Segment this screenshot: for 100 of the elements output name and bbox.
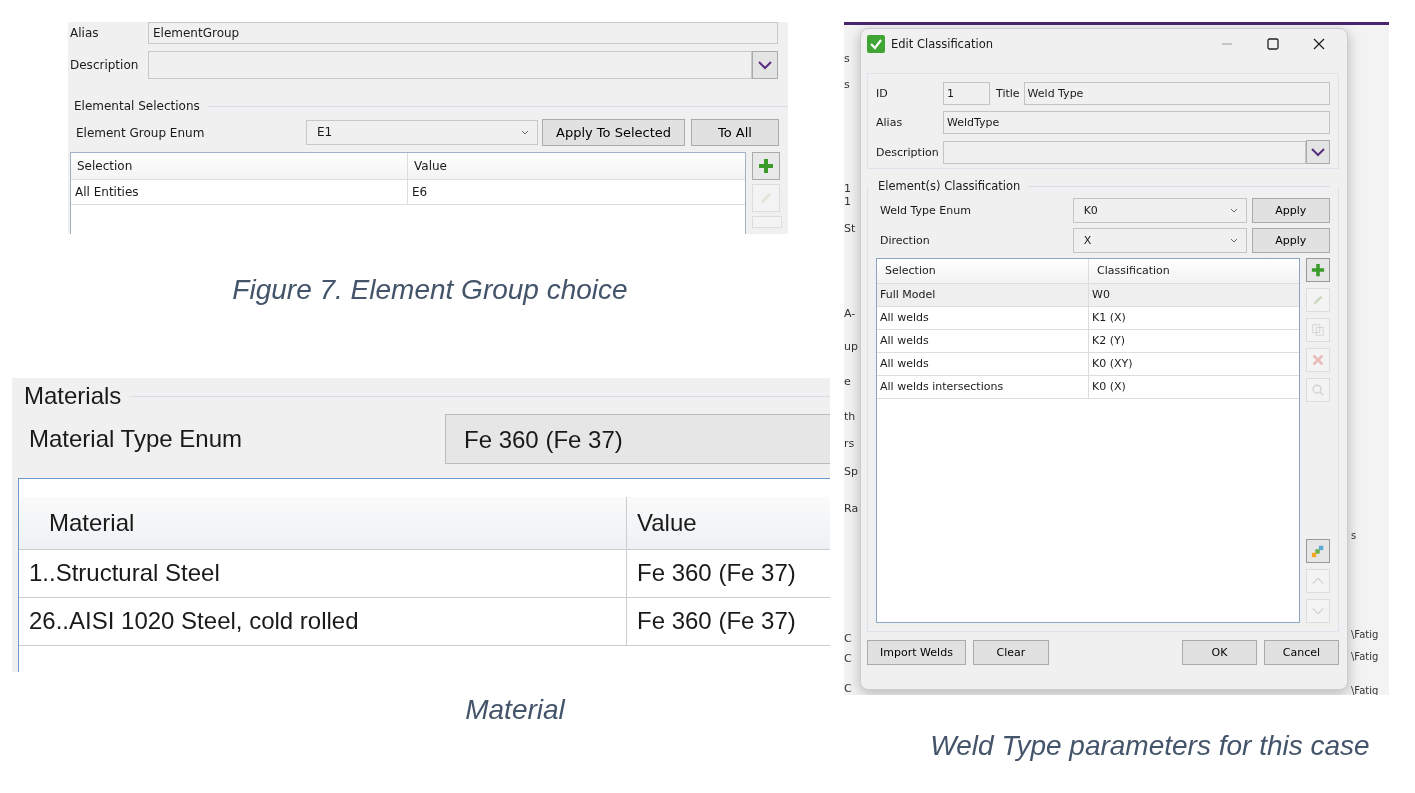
table-cell-text: Fe 360 (Fe 37)	[636, 606, 797, 636]
apply-button[interactable]: Apply	[1251, 198, 1330, 223]
title-field[interactable]: Weld Type	[1023, 82, 1330, 105]
background-text: 1	[844, 182, 851, 195]
column-header[interactable]: Material	[19, 497, 627, 549]
enum-dropdown[interactable]: K0	[1072, 198, 1247, 223]
alias-field[interactable]: WeldType	[943, 111, 1330, 134]
field-label: Alias	[876, 116, 904, 129]
table-cell: All welds	[877, 307, 1089, 329]
apply-button[interactable]: Apply	[1251, 228, 1330, 253]
background-text: St	[844, 222, 856, 235]
table-row[interactable]: All welds intersections K0 (X)	[877, 376, 1299, 399]
background-text: rs	[844, 437, 855, 450]
background-text: s	[844, 52, 850, 65]
field-label: Alias	[70, 26, 100, 40]
dropdown-button[interactable]	[1306, 140, 1330, 164]
background-text: \Fatig	[1351, 629, 1379, 640]
add-button[interactable]	[752, 152, 780, 180]
table-row[interactable]: Full Model W0	[877, 284, 1299, 307]
field-label: Direction	[880, 234, 931, 247]
background-text: \Fatig	[1351, 651, 1379, 662]
window-title: Edit Classification	[891, 37, 994, 51]
column-header[interactable]: Selection	[71, 153, 408, 179]
background-text: up	[844, 340, 858, 353]
table-cell-text: K0 (X)	[1091, 379, 1127, 395]
background-text: 1	[844, 195, 851, 208]
delete-icon	[1311, 353, 1325, 367]
dialog-button[interactable]: OK	[1182, 640, 1257, 665]
background-text: e	[844, 375, 851, 388]
maximize-icon[interactable]	[1267, 38, 1279, 50]
alias-field[interactable]: ElementGroup	[148, 22, 778, 44]
apply-button[interactable]: To All	[691, 119, 779, 146]
group-title: Materials	[24, 382, 122, 410]
background-text: C	[844, 652, 852, 665]
dialog-button[interactable]: Cancel	[1264, 640, 1339, 665]
table-cell: All welds intersections	[877, 376, 1089, 398]
field-label: Description	[876, 145, 940, 159]
group-title: Element(s) Classification	[878, 179, 1021, 193]
cubes-icon	[1311, 544, 1325, 558]
magnifier-icon	[1311, 383, 1325, 397]
chevron-down-icon	[1229, 238, 1238, 243]
figure-caption: Material	[464, 694, 567, 726]
enum-dropdown[interactable]: X	[1072, 228, 1247, 253]
background-text: Sp	[844, 465, 858, 478]
chevron-down-icon	[1311, 147, 1325, 157]
close-icon[interactable]	[1313, 38, 1325, 50]
table-cell-text: K2 (Y)	[1091, 333, 1126, 349]
id-field[interactable]: 1	[943, 82, 990, 105]
pencil-icon	[758, 190, 774, 206]
description-field[interactable]	[148, 51, 752, 79]
field-label: Material Type Enum	[29, 425, 243, 453]
chevron-down-icon	[521, 130, 529, 135]
field-label: Element Group Enum	[76, 125, 206, 140]
table-row[interactable]: All welds K0 (XY)	[877, 353, 1299, 376]
dropdown-button[interactable]	[752, 51, 778, 79]
table-cell-text: W0	[1091, 287, 1111, 303]
table-cell-text: K1 (X)	[1091, 310, 1127, 326]
background-text: th	[844, 410, 856, 423]
field-label: ID	[876, 87, 889, 100]
table-cell: 1..Structural Steel	[19, 550, 627, 597]
add-button[interactable]	[1306, 258, 1330, 282]
copy-icon	[1311, 323, 1325, 337]
background-text: s	[1351, 530, 1357, 541]
figure-caption: Weld Type parameters for this case	[930, 729, 1370, 763]
background-text: Ra	[844, 502, 859, 515]
plus-icon	[758, 158, 774, 174]
background-text: s	[844, 78, 850, 91]
table-cell: All Entities	[71, 180, 408, 204]
table-row[interactable]: All welds K2 (Y)	[877, 330, 1299, 353]
table-cell-text: E6	[411, 184, 429, 201]
background-text: C	[844, 632, 852, 645]
chevron-down-icon	[1229, 208, 1238, 213]
column-header[interactable]: Value	[408, 153, 745, 179]
field-label: Title	[996, 87, 1020, 100]
dialog-button[interactable]: Clear	[973, 640, 1049, 665]
table-cell: All welds	[877, 353, 1089, 375]
table-cell-text: Fe 360 (Fe 37)	[636, 558, 797, 588]
dialog-button[interactable]: Import Welds	[867, 640, 966, 665]
cubes-button[interactable]	[1306, 539, 1330, 563]
field-label: Weld Type Enum	[880, 204, 972, 217]
checkmark-icon	[867, 35, 885, 53]
background-text: C	[844, 682, 852, 695]
field-label: Description	[70, 58, 140, 72]
apply-button[interactable]: Apply To Selected	[542, 119, 685, 146]
table-cell: Full Model	[877, 284, 1089, 306]
plus-icon	[1311, 263, 1325, 277]
column-header[interactable]: Classification	[1089, 259, 1299, 283]
column-header[interactable]: Value	[627, 497, 830, 549]
figure-caption: Figure 7. Element Group choice	[231, 274, 629, 306]
pencil-icon	[1311, 293, 1325, 307]
enum-dropdown[interactable]: E1	[306, 120, 538, 145]
description-field[interactable]	[943, 140, 1306, 164]
table-row[interactable]: All welds K1 (X)	[877, 307, 1299, 330]
group-title: Elemental Selections	[74, 99, 200, 113]
column-header[interactable]: Selection	[877, 259, 1089, 283]
table-cell: All welds	[877, 330, 1089, 352]
chevron-down-icon	[758, 60, 772, 70]
material-type-dropdown[interactable]: Fe 360 (Fe 37)	[445, 414, 830, 464]
background-text: A-	[844, 307, 856, 320]
table-cell-text: K0 (XY)	[1091, 356, 1134, 372]
